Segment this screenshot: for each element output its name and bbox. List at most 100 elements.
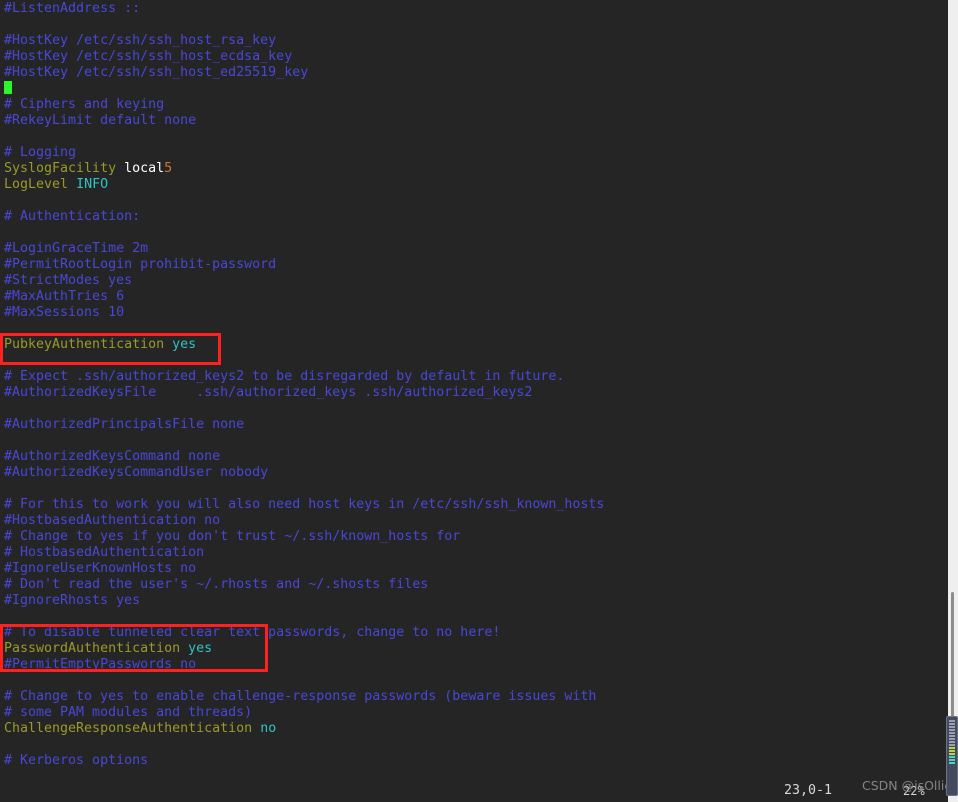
screen: #ListenAddress :: #HostKey /etc/ssh/ssh_… — [0, 0, 958, 802]
scrollbar-thumb-stripe — [949, 720, 955, 722]
editor-line[interactable]: #AuthorizedPrincipalsFile none — [4, 417, 948, 433]
text-cursor — [4, 81, 12, 94]
code-token: # To disable tunneled clear text passwor… — [4, 625, 501, 640]
editor-line[interactable]: # HostbasedAuthentication — [4, 545, 948, 561]
editor-line[interactable]: #AuthorizedKeysCommand none — [4, 449, 948, 465]
editor-line[interactable]: #LoginGraceTime 2m — [4, 241, 948, 257]
editor-line[interactable]: #IgnoreRhosts yes — [4, 593, 948, 609]
editor-line[interactable]: # Ciphers and keying — [4, 97, 948, 113]
code-token: 5 — [164, 161, 173, 176]
watermark-text: CSDN @isOllie — [862, 778, 948, 793]
code-token: # some PAM modules and threads) — [4, 705, 253, 720]
editor-line[interactable]: #HostKey /etc/ssh/ssh_host_ed25519_key — [4, 65, 948, 81]
editor-line[interactable] — [4, 433, 948, 449]
editor-line[interactable]: # Change to yes if you don't trust ~/.ss… — [4, 529, 948, 545]
vim-status-line: 23,0-1 22% — [0, 780, 948, 802]
code-token: LogLevel — [4, 177, 77, 192]
code-token: # Ciphers and keying — [4, 97, 165, 112]
scrollbar-thumb-stripe — [949, 759, 955, 761]
editor-line[interactable]: # some PAM modules and threads) — [4, 705, 948, 721]
editor-line[interactable]: #AuthorizedKeysCommandUser nobody — [4, 465, 948, 481]
code-token: # Change to yes if you don't trust ~/.ss… — [4, 529, 461, 544]
code-token: #PermitEmptyPasswords no — [4, 657, 197, 672]
scrollbar-thumb-stripe — [949, 756, 955, 758]
code-token: # Expect .ssh/authorized_keys2 to be dis… — [4, 369, 565, 384]
editor-line[interactable]: #HostKey /etc/ssh/ssh_host_ecdsa_key — [4, 49, 948, 65]
code-token: # HostbasedAuthentication — [4, 545, 205, 560]
editor-line[interactable]: # For this to work you will also need ho… — [4, 497, 948, 513]
editor-line[interactable]: #StrictModes yes — [4, 273, 948, 289]
editor-line[interactable]: #PermitEmptyPasswords no — [4, 657, 948, 673]
editor-line[interactable]: #AuthorizedKeysFile .ssh/authorized_keys… — [4, 385, 948, 401]
code-token: #HostKey /etc/ssh/ssh_host_ecdsa_key — [4, 49, 293, 64]
code-token: # For this to work you will also need ho… — [4, 497, 605, 512]
editor-line[interactable]: #HostKey /etc/ssh/ssh_host_rsa_key — [4, 33, 948, 49]
scrollbar-thumb-stripe — [949, 741, 955, 743]
code-token: PubkeyAuthentication — [4, 337, 173, 352]
editor-line[interactable]: #MaxAuthTries 6 — [4, 289, 948, 305]
code-token: local — [124, 161, 165, 176]
code-token: # Don't read the user's ~/.rhosts and ~/… — [4, 577, 429, 592]
code-token: PasswordAuthentication — [4, 641, 189, 656]
code-token: # Kerberos options — [4, 753, 149, 768]
editor-line[interactable]: PubkeyAuthentication yes — [4, 337, 948, 353]
code-token: INFO — [76, 177, 109, 192]
editor-line[interactable]: #IgnoreUserKnownHosts no — [4, 561, 948, 577]
editor-line[interactable] — [4, 17, 948, 33]
editor-line[interactable] — [4, 609, 948, 625]
code-token: #AuthorizedKeysCommand none — [4, 449, 221, 464]
editor-line[interactable]: SyslogFacility local5 — [4, 161, 948, 177]
code-token: no — [260, 721, 277, 736]
code-token: #HostbasedAuthentication no — [4, 513, 221, 528]
code-token: #AuthorizedKeysCommandUser nobody — [4, 465, 269, 480]
code-token: #IgnoreUserKnownHosts no — [4, 561, 197, 576]
editor-line[interactable] — [4, 321, 948, 337]
editor-line[interactable]: # Authentication: — [4, 209, 948, 225]
code-token: # Authentication: — [4, 209, 141, 224]
editor-line[interactable] — [4, 81, 948, 97]
editor-line[interactable] — [4, 225, 948, 241]
code-token: yes — [188, 641, 213, 656]
editor-line[interactable] — [4, 737, 948, 753]
code-token: #HostKey /etc/ssh/ssh_host_ed25519_key — [4, 65, 309, 80]
editor-line[interactable]: #MaxSessions 10 — [4, 305, 948, 321]
editor-line[interactable] — [4, 481, 948, 497]
scrollbar-thumb-stripe — [949, 726, 955, 728]
editor-line[interactable]: # Change to yes to enable challenge-resp… — [4, 689, 948, 705]
editor-line[interactable]: PasswordAuthentication yes — [4, 641, 948, 657]
editor-buffer[interactable]: #ListenAddress :: #HostKey /etc/ssh/ssh_… — [4, 1, 948, 769]
editor-line[interactable]: # To disable tunneled clear text passwor… — [4, 625, 948, 641]
editor-line[interactable] — [4, 129, 948, 145]
editor-line[interactable] — [4, 193, 948, 209]
scrollbar-thumb[interactable] — [946, 716, 958, 796]
editor-line[interactable]: #ListenAddress :: — [4, 1, 948, 17]
code-token: #RekeyLimit default none — [4, 113, 197, 128]
scrollbar-thumb-stripe — [949, 738, 955, 740]
scrollbar-thumb-stripe — [949, 744, 955, 746]
scrollbar-thumb-stripe — [949, 723, 955, 725]
editor-line[interactable]: #RekeyLimit default none — [4, 113, 948, 129]
scrollbar-thumb-stripe — [949, 753, 955, 755]
scrollbar-thumb-stripe — [949, 747, 955, 749]
code-token: #IgnoreRhosts yes — [4, 593, 141, 608]
editor-line[interactable]: #HostbasedAuthentication no — [4, 513, 948, 529]
editor-line[interactable]: ChallengeResponseAuthentication no — [4, 721, 948, 737]
code-token: #StrictModes yes — [4, 273, 133, 288]
code-token: #PermitRootLogin prohibit-password — [4, 257, 277, 272]
editor-line[interactable]: # Logging — [4, 145, 948, 161]
editor-line[interactable]: #PermitRootLogin prohibit-password — [4, 257, 948, 273]
scrollbar-thumb-stripe — [949, 750, 955, 752]
editor-line[interactable] — [4, 353, 948, 369]
editor-line[interactable]: # Don't read the user's ~/.rhosts and ~/… — [4, 577, 948, 593]
editor-line[interactable] — [4, 401, 948, 417]
code-token: #AuthorizedPrincipalsFile none — [4, 417, 245, 432]
terminal-pane[interactable]: #ListenAddress :: #HostKey /etc/ssh/ssh_… — [0, 0, 948, 802]
scrollbar-thumb-stripe — [949, 735, 955, 737]
code-token: # Logging — [4, 145, 77, 160]
editor-line[interactable] — [4, 673, 948, 689]
code-token: yes — [172, 337, 197, 352]
editor-line[interactable]: # Expect .ssh/authorized_keys2 to be dis… — [4, 369, 948, 385]
code-token: #AuthorizedKeysFile .ssh/authorized_keys… — [4, 385, 533, 400]
editor-line[interactable]: # Kerberos options — [4, 753, 948, 769]
editor-line[interactable]: LogLevel INFO — [4, 177, 948, 193]
